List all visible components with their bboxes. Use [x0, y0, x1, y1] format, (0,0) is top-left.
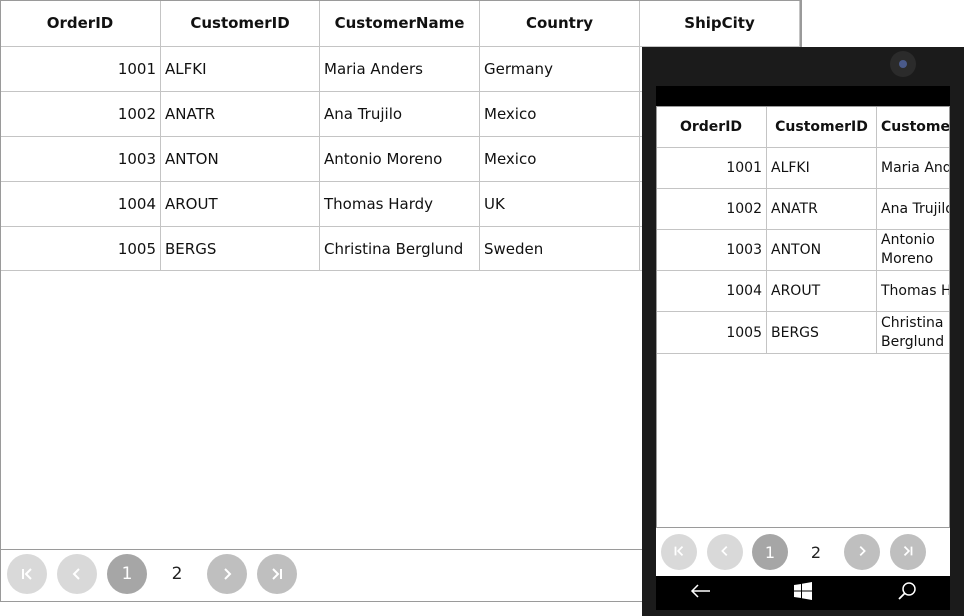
first-page-icon — [19, 566, 35, 582]
cell-customerid[interactable]: ANATR — [161, 92, 320, 137]
page-2-button[interactable]: 2 — [157, 554, 197, 594]
back-arrow-icon — [690, 583, 712, 603]
cell-customerid[interactable]: ALFKI — [161, 47, 320, 92]
previous-page-icon — [718, 543, 732, 562]
camera-icon — [890, 51, 916, 77]
search-icon — [897, 581, 917, 605]
last-page-icon — [901, 543, 915, 562]
cell-orderid[interactable]: 1004 — [0, 182, 161, 227]
cell-customername[interactable]: Ana Trujilo — [320, 92, 480, 137]
column-header-customername[interactable]: CustomerName — [877, 106, 950, 148]
cell-customername[interactable]: Antonio Moreno — [877, 230, 950, 271]
cell-customerid[interactable]: AROUT — [161, 182, 320, 227]
cell-customername[interactable]: Maria Anders — [877, 148, 950, 189]
column-header-country[interactable]: Country — [480, 0, 640, 47]
cell-customername[interactable]: Antonio Moreno — [320, 137, 480, 182]
last-page-button[interactable] — [890, 534, 926, 570]
cell-customerid[interactable]: BERGS — [767, 312, 877, 354]
next-page-icon — [855, 543, 869, 562]
cell-customerid[interactable]: BERGS — [161, 227, 320, 271]
page-2-button[interactable]: 2 — [798, 534, 834, 570]
cell-customername[interactable]: Ana Trujilo — [877, 189, 950, 230]
cell-customerid[interactable]: ANATR — [767, 189, 877, 230]
cell-orderid[interactable]: 1002 — [656, 189, 767, 230]
cell-orderid[interactable]: 1001 — [0, 47, 161, 92]
page-1-button[interactable]: 1 — [752, 534, 788, 570]
first-page-button[interactable] — [661, 534, 697, 570]
search-button[interactable] — [894, 581, 920, 605]
last-page-icon — [269, 566, 285, 582]
cell-country[interactable]: Germany — [480, 47, 640, 92]
cell-country[interactable]: Sweden — [480, 227, 640, 271]
previous-page-button[interactable] — [707, 534, 743, 570]
column-header-shipcity[interactable]: ShipCity — [640, 0, 800, 47]
page-1-button[interactable]: 1 — [107, 554, 147, 594]
column-header-customerid[interactable]: CustomerID — [767, 106, 877, 148]
start-button[interactable] — [790, 581, 816, 605]
cell-orderid[interactable]: 1005 — [656, 312, 767, 354]
next-page-button[interactable] — [207, 554, 247, 594]
cell-country[interactable]: Mexico — [480, 92, 640, 137]
previous-page-button[interactable] — [57, 554, 97, 594]
cell-customerid[interactable]: AROUT — [767, 271, 877, 312]
column-header-orderid[interactable]: OrderID — [656, 106, 767, 148]
windows-logo-icon — [794, 582, 812, 604]
back-button[interactable] — [688, 581, 714, 605]
cell-orderid[interactable]: 1005 — [0, 227, 161, 271]
column-header-customerid[interactable]: CustomerID — [161, 0, 320, 47]
cell-orderid[interactable]: 1003 — [0, 137, 161, 182]
cell-country[interactable]: UK — [480, 182, 640, 227]
cell-customerid[interactable]: ALFKI — [767, 148, 877, 189]
cell-customername[interactable]: Christina Berglund — [877, 312, 950, 354]
next-page-button[interactable] — [844, 534, 880, 570]
next-page-icon — [219, 566, 235, 582]
cell-orderid[interactable]: 1003 — [656, 230, 767, 271]
phone-screen: OrderID CustomerID CustomerName 1001 ALF… — [656, 86, 950, 576]
cell-customername[interactable]: Maria Anders — [320, 47, 480, 92]
cell-country[interactable]: Mexico — [480, 137, 640, 182]
cell-customername[interactable]: Christina Berglund — [320, 227, 480, 271]
first-page-icon — [672, 543, 686, 562]
cell-customerid[interactable]: ANTON — [161, 137, 320, 182]
phone-nav-bar — [656, 576, 950, 610]
cell-orderid[interactable]: 1002 — [0, 92, 161, 137]
phone-pager: 1 2 — [656, 528, 950, 576]
first-page-button[interactable] — [7, 554, 47, 594]
column-header-customername[interactable]: CustomerName — [320, 0, 480, 47]
cell-orderid[interactable]: 1004 — [656, 271, 767, 312]
cell-customername[interactable]: Thomas Hardy — [877, 271, 950, 312]
last-page-button[interactable] — [257, 554, 297, 594]
previous-page-icon — [69, 566, 85, 582]
cell-customerid[interactable]: ANTON — [767, 230, 877, 271]
column-header-orderid[interactable]: OrderID — [0, 0, 161, 47]
phone-emulator: OrderID CustomerID CustomerName 1001 ALF… — [642, 47, 964, 616]
cell-orderid[interactable]: 1001 — [656, 148, 767, 189]
cell-customername[interactable]: Thomas Hardy — [320, 182, 480, 227]
status-bar — [656, 86, 950, 106]
